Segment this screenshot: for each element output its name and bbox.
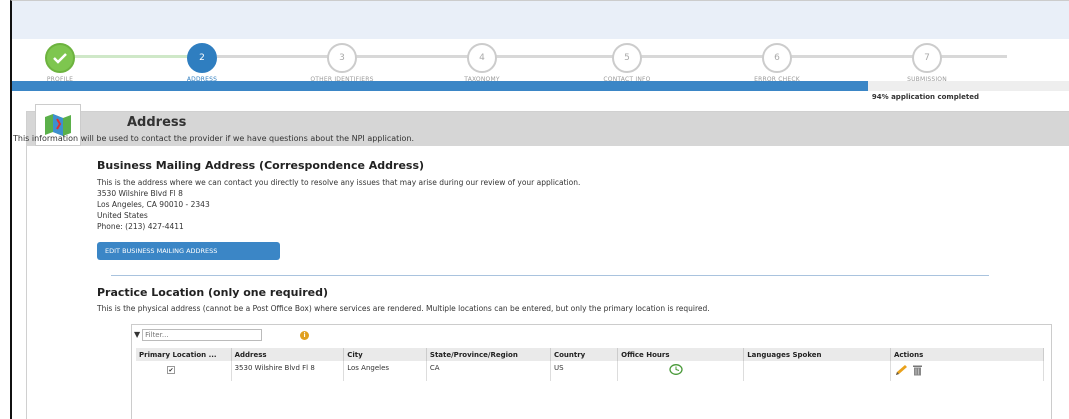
office-hours-cell <box>617 361 745 381</box>
languages-cell <box>743 361 891 381</box>
progress-bar <box>12 81 1069 91</box>
address-panel: Address This information will be used to… <box>13 104 1069 419</box>
step-taxonomy[interactable]: 4 TAXONOMY <box>422 43 542 83</box>
practice-description: This is the physical address (cannot be … <box>97 304 710 313</box>
step-error-check[interactable]: 6 ERROR CHECK <box>717 43 837 83</box>
city-cell: Los Angeles <box>343 361 427 381</box>
clock-icon[interactable] <box>669 364 683 375</box>
top-band <box>12 1 1069 39</box>
step-number: 7 <box>912 43 942 73</box>
step-number: 3 <box>327 43 357 73</box>
step-number: 5 <box>612 43 642 73</box>
col-state[interactable]: State/Province/Region <box>426 348 551 361</box>
filter-bar: ▼ <box>134 328 306 341</box>
step-contact-info[interactable]: 5 CONTACT INFO <box>567 43 687 83</box>
divider <box>111 275 989 276</box>
step-other-identifiers[interactable]: 3 OTHER IDENTIFIERS <box>282 43 402 83</box>
step-number: 2 <box>187 43 217 73</box>
step-number: 4 <box>467 43 497 73</box>
col-primary-location[interactable]: Primary Location ... <box>136 348 232 361</box>
step-number: 6 <box>762 43 792 73</box>
mailing-description: This is the address where we can contact… <box>97 178 581 187</box>
primary-checkbox[interactable]: ✔ <box>167 366 175 374</box>
primary-cell: ✔ <box>136 361 232 381</box>
col-address[interactable]: Address <box>231 348 345 361</box>
pencil-icon[interactable] <box>894 364 908 378</box>
info-icon[interactable]: i <box>300 331 309 340</box>
step-address[interactable]: 2 ADDRESS <box>142 43 262 83</box>
progress-stepper: PROFILE 2 ADDRESS 3 OTHER IDENTIFIERS 4 … <box>12 39 1069 83</box>
mailing-line1: 3530 Wilshire Blvd Fl 8 <box>97 189 183 198</box>
mailing-line3: United States <box>97 211 148 220</box>
col-city[interactable]: City <box>343 348 427 361</box>
table-header-row: Primary Location ... Address City State/… <box>136 348 1045 361</box>
practice-location-grid: ▼ i Primary Location ... Address City St… <box>131 324 1052 419</box>
step-submission[interactable]: 7 SUBMISSION <box>867 43 987 83</box>
mailing-phone: Phone: (213) 427-4411 <box>97 222 184 231</box>
step-profile[interactable]: PROFILE <box>0 43 120 83</box>
check-icon <box>45 43 75 73</box>
practice-location-table: Primary Location ... Address City State/… <box>136 348 1045 381</box>
col-country[interactable]: Country <box>550 348 619 361</box>
filter-input[interactable] <box>142 328 263 341</box>
col-actions[interactable]: Actions <box>890 348 1045 361</box>
col-office-hours[interactable]: Office Hours <box>617 348 745 361</box>
practice-heading: Practice Location (only one required) <box>97 286 329 299</box>
edit-mailing-address-button[interactable]: EDIT BUSINESS MAILING ADDRESS <box>97 242 280 260</box>
progress-label: 94% application completed <box>871 93 979 101</box>
address-cell: 3530 Wilshire Blvd Fl 8 <box>231 361 345 381</box>
mailing-line2: Los Angeles, CA 90010 - 2343 <box>97 200 210 209</box>
country-cell: US <box>550 361 619 381</box>
app-frame: PROFILE 2 ADDRESS 3 OTHER IDENTIFIERS 4 … <box>10 0 1069 419</box>
table-row[interactable]: ✔ 3530 Wilshire Blvd Fl 8 Los Angeles CA… <box>136 361 1045 381</box>
progress-fill <box>12 81 869 91</box>
panel-subtitle: This information will be used to contact… <box>13 134 414 143</box>
panel-title: Address <box>127 115 187 130</box>
actions-cell <box>890 361 1045 381</box>
address-panel-header: Address This information will be used to… <box>13 104 1069 146</box>
trash-icon[interactable] <box>912 364 923 378</box>
col-languages[interactable]: Languages Spoken <box>743 348 891 361</box>
filter-icon: ▼ <box>134 330 141 339</box>
mailing-heading: Business Mailing Address (Correspondence… <box>97 159 425 172</box>
state-cell: CA <box>426 361 551 381</box>
